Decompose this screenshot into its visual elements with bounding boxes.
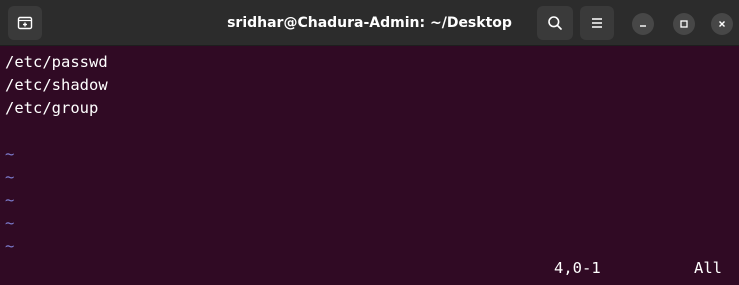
maximize-icon (680, 20, 688, 28)
empty-line-marker: ~ (5, 191, 15, 209)
empty-line-marker: ~ (5, 237, 15, 255)
terminal-text-area[interactable]: /etc/passwd /etc/shadow /etc/group ~ ~ ~… (0, 47, 739, 285)
minimize-button[interactable] (632, 13, 654, 35)
close-icon (719, 21, 725, 27)
minimize-icon (640, 25, 646, 27)
hamburger-menu-icon (592, 18, 602, 28)
window-title: sridhar@Chadura-Admin: ~/Desktop (227, 15, 512, 31)
titlebar: sridhar@Chadura-Admin: ~/Desktop (0, 0, 739, 46)
editor-line: /etc/passwd (5, 53, 108, 71)
search-button[interactable] (537, 6, 573, 40)
editor-line: /etc/shadow (5, 76, 108, 94)
close-button[interactable] (711, 13, 733, 35)
scroll-indicator: All (694, 259, 722, 277)
cursor-position: 4,0-1 (554, 259, 601, 277)
menu-button[interactable] (580, 6, 614, 40)
new-tab-button[interactable] (8, 6, 42, 40)
new-tab-icon (17, 16, 33, 30)
empty-line-marker: ~ (5, 145, 15, 163)
editor-line: /etc/group (5, 99, 99, 117)
empty-line-marker: ~ (5, 168, 15, 186)
maximize-button[interactable] (673, 13, 695, 35)
terminal-window: sridhar@Chadura-Admin: ~/Desktop /etc/pa… (0, 0, 739, 285)
empty-line-marker: ~ (5, 214, 15, 232)
search-icon (548, 16, 562, 30)
